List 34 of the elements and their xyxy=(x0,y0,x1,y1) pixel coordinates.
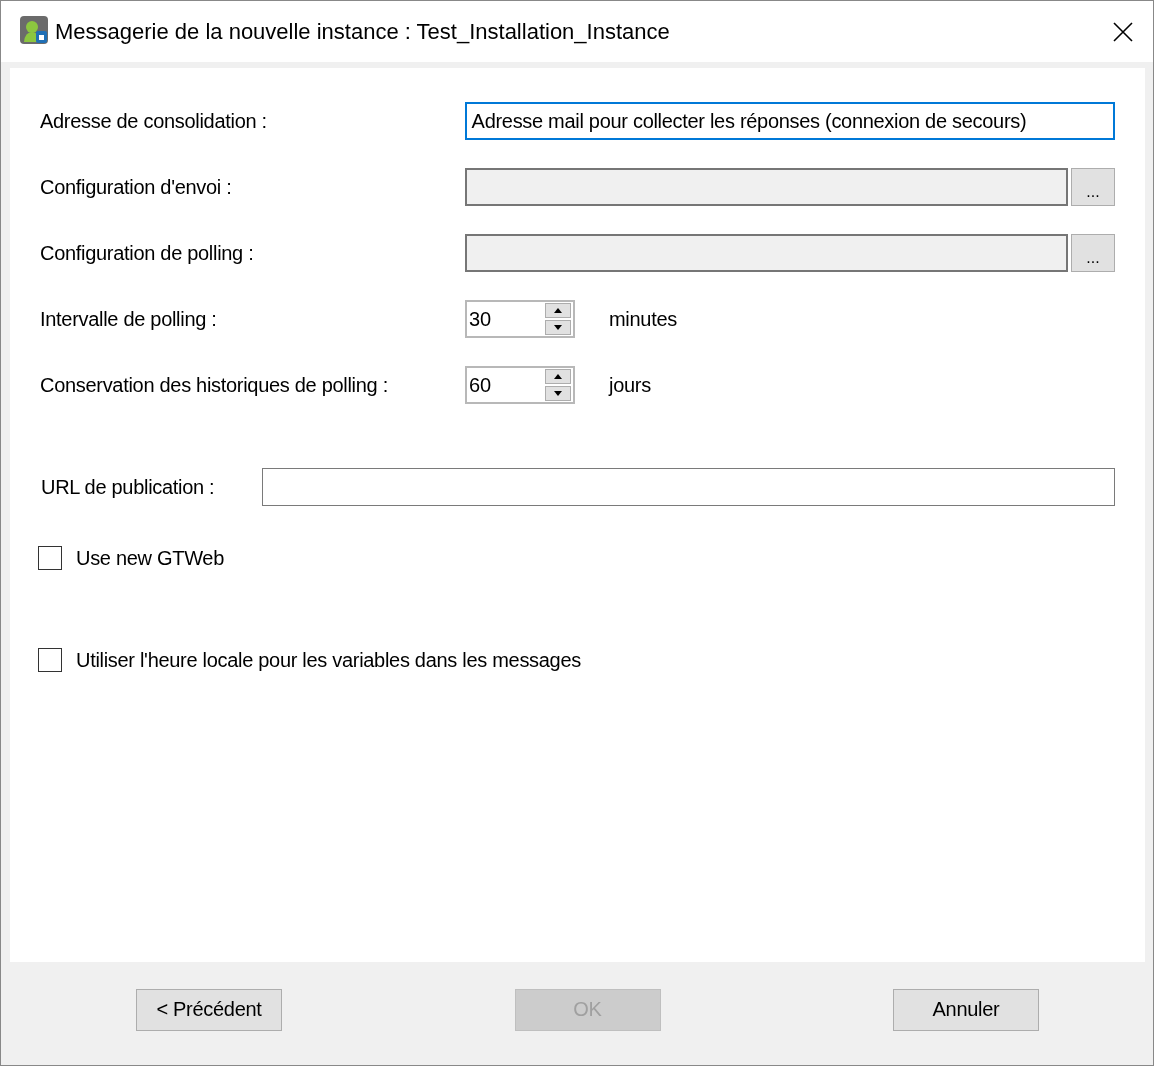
number-spinner[interactable]: 30 xyxy=(465,300,575,338)
field-label: Configuration de polling : xyxy=(40,241,255,265)
up-arrow-icon xyxy=(554,374,562,379)
spin-up-button[interactable] xyxy=(545,303,571,318)
readonly-field[interactable] xyxy=(465,168,1068,206)
field-label: Configuration d'envoi : xyxy=(40,175,233,199)
field-label: Intervalle de polling : xyxy=(40,307,218,331)
field-label: Adresse de consolidation : xyxy=(40,109,268,133)
checkbox[interactable] xyxy=(38,648,62,672)
unit-label: jours xyxy=(609,373,651,397)
dialog-button[interactable]: < Précédent xyxy=(136,988,282,1031)
checkbox-label: Utiliser l'heure locale pour les variables dans les messages xyxy=(76,648,581,672)
window-title: Messagerie de la nouvelle instance : Test_Installation_Instance xyxy=(55,18,671,45)
text-field[interactable]: Adresse mail pour collecter les réponses (connexion de secours) xyxy=(464,102,1115,140)
spin-up-button[interactable] xyxy=(545,369,571,384)
spin-down-button[interactable] xyxy=(545,386,571,401)
spinner-value: 30 xyxy=(468,307,493,331)
field-label: URL de publication : xyxy=(40,475,216,499)
spin-down-button[interactable] xyxy=(545,320,571,335)
browse-button[interactable]: ... xyxy=(1071,168,1115,206)
browse-button[interactable]: ... xyxy=(1071,234,1115,272)
number-spinner[interactable]: 60 xyxy=(465,366,575,404)
down-arrow-icon xyxy=(554,391,562,396)
dialog-button[interactable]: Annuler xyxy=(893,988,1039,1031)
down-arrow-icon xyxy=(554,325,562,330)
spinner-value: 60 xyxy=(468,373,493,397)
checkbox[interactable] xyxy=(38,546,62,570)
close-icon xyxy=(1112,20,1134,43)
unit-label: minutes xyxy=(609,307,677,331)
checkbox-label: Use new GTWeb xyxy=(76,546,224,570)
up-arrow-icon xyxy=(554,308,562,313)
url-field[interactable] xyxy=(261,468,1115,506)
field-label: Conservation des historiques de polling : xyxy=(40,373,389,397)
readonly-field[interactable] xyxy=(465,234,1068,272)
